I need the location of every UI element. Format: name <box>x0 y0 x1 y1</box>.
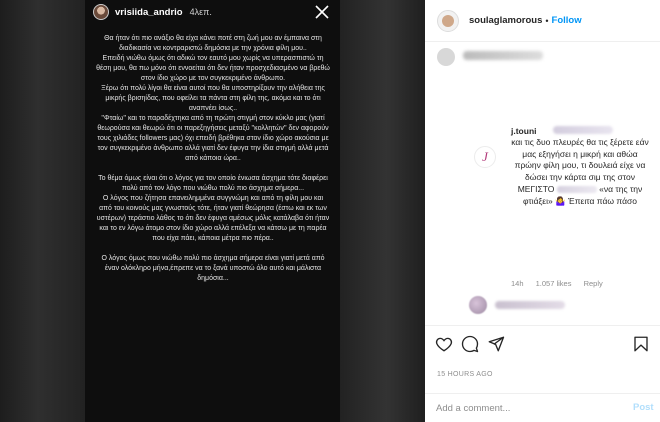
story-timestamp: 4λεπ. <box>189 7 212 17</box>
separator-dot: • <box>545 15 549 26</box>
story-paragraph: Ο λόγος όμως που νιώθω πολύ πιο άσχημα σ… <box>101 255 325 282</box>
avatar[interactable] <box>93 4 109 20</box>
blurred-text <box>556 186 597 194</box>
blurred-text <box>495 301 565 309</box>
story-username[interactable]: vrisiida_andrio <box>115 7 183 18</box>
comment-box: Post <box>425 393 660 422</box>
comment-username-text: j.touni <box>511 126 537 136</box>
story-paragraph: Ξέρω ότι πολύ λίγοι θα είναι αυτοί που θ… <box>101 85 325 112</box>
comment-likes[interactable]: 1.057 likes <box>536 279 572 288</box>
close-icon[interactable] <box>313 3 331 21</box>
story-viewer: vrisiida_andrio 4λεπ. Θα ήταν ότι πιο αν… <box>0 0 425 422</box>
comment-text: και τις δυο πλευρές θα τις ξέρετε εάν μα… <box>511 137 649 207</box>
story-text-block: Θα ήταν ότι πιο ανάξιο θα είχα κάνει ποτ… <box>96 34 330 284</box>
story-paragraph: Ο λόγος που ζήτησα επανειλημμένα συγγνώμ… <box>96 195 330 242</box>
post-button[interactable]: Post <box>633 402 654 413</box>
story-paragraph: Το θέμα όμως είναι ότι ο λόγος για τον ο… <box>98 175 328 192</box>
blurred-comment <box>469 295 649 315</box>
reply-button[interactable]: Reply <box>584 279 603 288</box>
avatar[interactable] <box>437 9 459 32</box>
follow-button[interactable]: Follow <box>552 15 582 26</box>
story-frame[interactable]: vrisiida_andrio 4λεπ. Θα ήταν ότι πιο αν… <box>85 0 340 422</box>
blurred-text <box>553 126 613 134</box>
avatar-letter: J <box>482 149 488 164</box>
story-header: vrisiida_andrio 4λεπ. <box>85 0 340 24</box>
post-header: soulaglamorous • Follow <box>425 0 660 42</box>
post-username[interactable]: soulaglamorous <box>469 15 542 26</box>
blurred-text <box>463 51 543 60</box>
blurred-background-left <box>0 0 85 422</box>
comment-meta: 14h 1.057 likes Reply <box>511 279 613 288</box>
avatar <box>469 296 487 314</box>
blurred-comment <box>437 44 649 70</box>
comment-input[interactable] <box>436 400 616 416</box>
avatar <box>437 48 455 66</box>
story-paragraph: ''Φταίω'' και το παραδέχτηκα από τη πρώτ… <box>97 115 329 162</box>
comment-username[interactable]: j.touni <box>511 126 537 136</box>
comment-age: 14h <box>511 279 524 288</box>
story-paragraph: Θα ήταν ότι πιο ανάξιο θα είχα κάνει ποτ… <box>104 35 322 52</box>
avatar[interactable]: J <box>474 146 496 168</box>
blurred-background-right <box>340 0 425 422</box>
post-sidebar: soulaglamorous • Follow <box>425 0 660 422</box>
story-paragraph: Επειδή νιώθω όμως ότι αδικώ τον εαυτό μο… <box>96 55 330 82</box>
